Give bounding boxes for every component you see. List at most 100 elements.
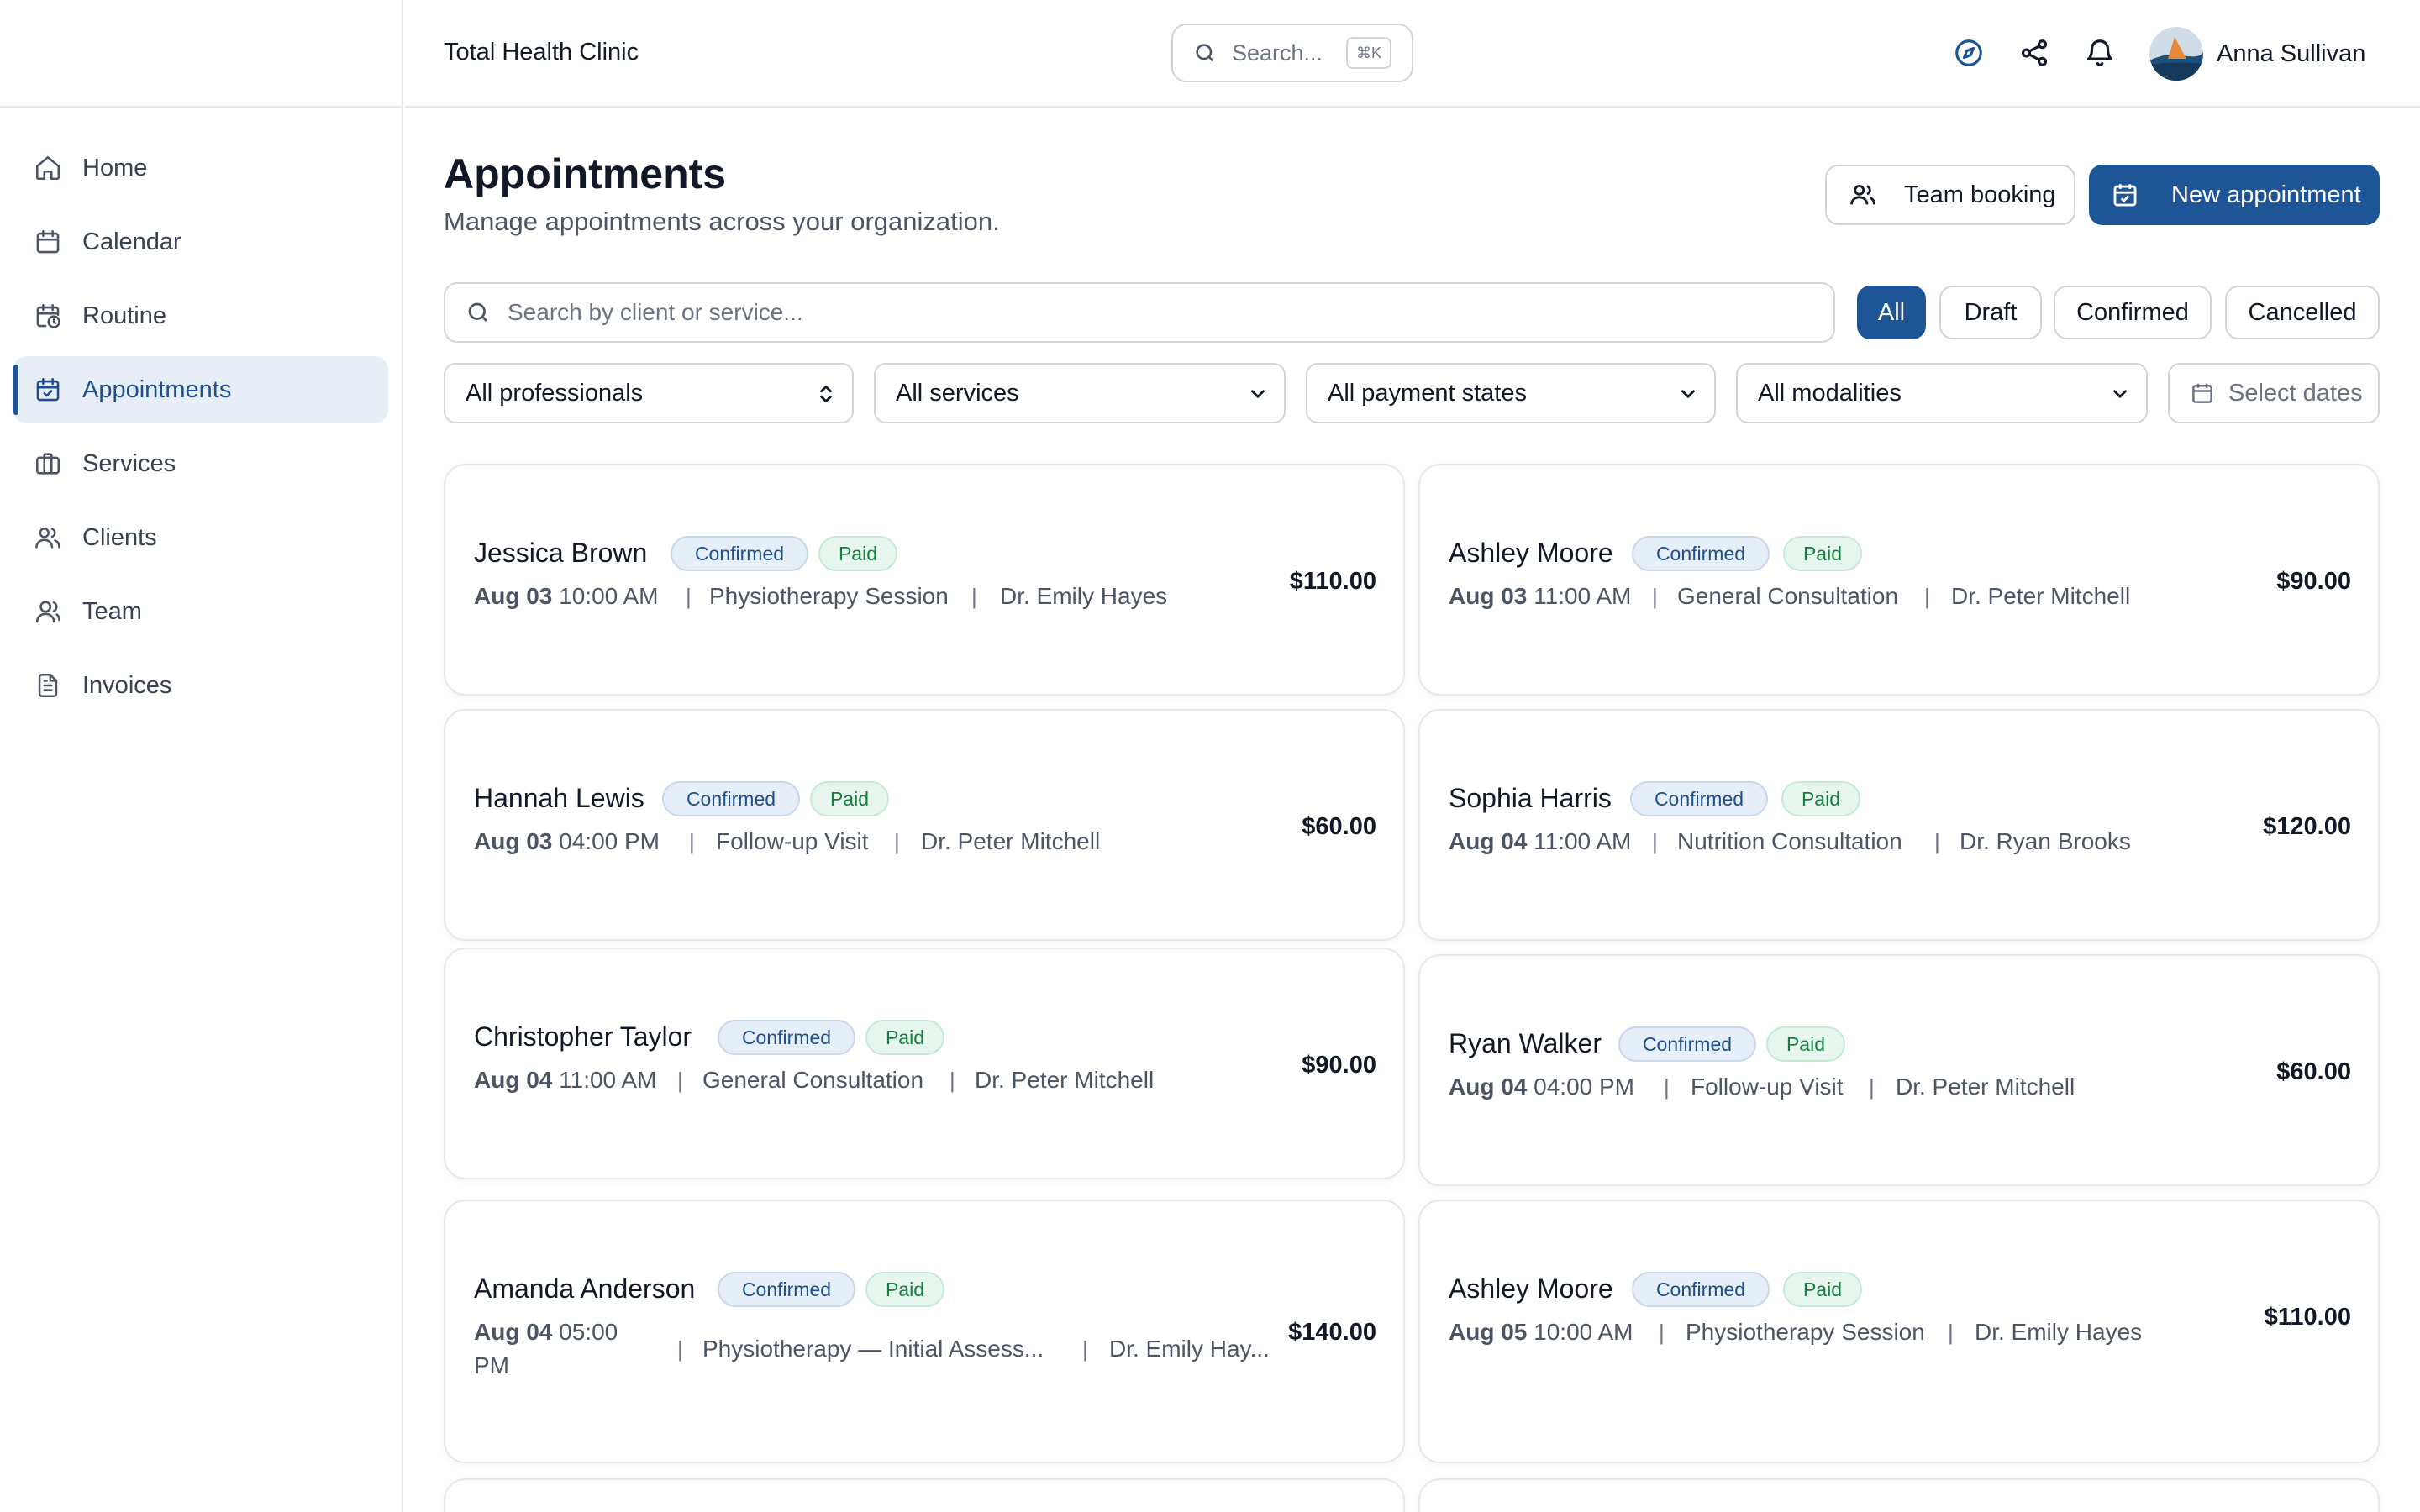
appointment-card[interactable]: Sophia Harris Confirmed Paid Aug 04 11:0… [1418, 709, 2380, 941]
status-badge: Confirmed [1630, 781, 1768, 816]
date-range-picker[interactable]: Select dates [2168, 363, 2380, 423]
professional-name: Dr. Emily Hay... [1109, 1336, 1270, 1362]
users-icon [1850, 184, 1876, 205]
appointment-card[interactable]: Jessica Brown Confirmed Paid Aug 03 10:0… [444, 464, 1405, 696]
appointment-price: $60.00 [2276, 1058, 2351, 1085]
status-tab-draft[interactable]: Draft [1939, 286, 2042, 339]
sidebar-item-team[interactable]: Team [13, 578, 388, 645]
page-subtitle: Manage appointments across your organiza… [444, 207, 1000, 236]
user-name[interactable]: Anna Sullivan [2217, 40, 2365, 68]
appointment-datetime: Aug 03 10:00 AM [474, 583, 658, 610]
payment-badge: Paid [1781, 781, 1860, 816]
appointment-datetime: Aug 03 11:00 AM [1449, 583, 1631, 610]
search-icon [468, 302, 487, 322]
appointment-card[interactable]: Hannah Lewis Confirmed Paid Aug 03 04:00… [444, 709, 1405, 941]
sidebar-item-label: Home [82, 154, 148, 181]
sidebar-item-calendar[interactable]: Calendar [13, 208, 388, 276]
sidebar-item-home[interactable]: Home [13, 134, 388, 202]
calendar-icon [36, 229, 60, 254]
search-icon [1196, 44, 1214, 62]
meta-separator: | [1659, 1320, 1665, 1345]
status-badge: Confirmed [718, 1272, 855, 1307]
professionals-select[interactable]: All professionals [444, 363, 854, 423]
appointment-datetime: Aug 04 05:00 [474, 1319, 618, 1346]
meta-separator: | [1869, 1074, 1875, 1100]
appointment-card-partial[interactable] [444, 1478, 1405, 1512]
professional-name: Dr. Peter Mitchell [1896, 1074, 2075, 1100]
modality-select[interactable]: All modalities [1736, 363, 2148, 423]
share-icon [2021, 39, 2048, 66]
appointment-price: $120.00 [2263, 813, 2351, 840]
meta-separator: | [1934, 829, 1940, 854]
client-name: Ryan Walker [1449, 1028, 1602, 1058]
appointment-card[interactable]: Amanda Anderson Confirmed Paid Aug 04 05… [444, 1200, 1405, 1463]
appointment-card[interactable]: Ashley Moore Confirmed Paid Aug 05 10:00… [1418, 1200, 2380, 1463]
global-search-input[interactable]: Search... ⌘K [1171, 24, 1413, 82]
appointment-search-input[interactable]: Search by client or service... [444, 282, 1835, 343]
service-name: Physiotherapy Session [1686, 1319, 1925, 1345]
appointment-time: 10:00 AM [559, 583, 659, 609]
calendar-clock-icon [36, 303, 60, 328]
date-range-placeholder: Select dates [2228, 379, 2363, 407]
appointment-date: Aug 04 [1449, 1074, 1528, 1100]
appointment-price: $90.00 [2276, 568, 2351, 595]
payment-badge: Paid [1783, 1272, 1862, 1307]
payment-badge: Paid [1783, 536, 1862, 571]
team-booking-button[interactable]: Team booking [1825, 165, 2075, 225]
sidebar-item-label: Clients [82, 523, 157, 551]
appointment-date: Aug 04 [1449, 828, 1528, 854]
status-tab-cancelled[interactable]: Cancelled [2225, 286, 2380, 339]
meta-separator: | [686, 584, 692, 609]
appointment-card[interactable]: Ashley Moore Confirmed Paid Aug 03 11:00… [1418, 464, 2380, 696]
sidebar-item-invoices[interactable]: Invoices [13, 652, 388, 719]
sidebar-item-label: Services [82, 449, 176, 477]
appointment-card[interactable]: Ryan Walker Confirmed Paid Aug 04 04:00 … [1418, 954, 2380, 1186]
meta-separator: | [1652, 584, 1658, 609]
avatar[interactable] [2149, 27, 2203, 81]
payment-state-select[interactable]: All payment states [1306, 363, 1716, 423]
sidebar-item-routine[interactable]: Routine [13, 282, 388, 349]
appointment-time: 04:00 PM [1534, 1074, 1634, 1100]
briefcase-icon [35, 453, 60, 475]
search-shortcut-hint: ⌘K [1345, 37, 1392, 69]
notifications-button[interactable] [2084, 37, 2116, 69]
sidebar-item-label: Routine [82, 302, 166, 329]
appointment-card-partial[interactable] [1418, 1478, 2380, 1512]
appointment-price: $90.00 [1302, 1052, 1376, 1079]
new-appointment-button[interactable]: New appointment [2089, 165, 2380, 225]
sidebar-item-clients[interactable]: Clients [13, 504, 388, 571]
users-icon [35, 528, 60, 549]
client-name: Jessica Brown [474, 538, 648, 568]
appointment-date: Aug 04 [474, 1319, 553, 1345]
calendar-check-icon [36, 377, 60, 402]
professional-name: Dr. Peter Mitchell [921, 828, 1101, 854]
explore-button[interactable] [1953, 37, 1985, 69]
status-tab-all[interactable]: All [1857, 286, 1926, 339]
payment-badge: Paid [865, 1020, 944, 1055]
status-tab-confirmed[interactable]: Confirmed [2054, 286, 2212, 339]
chevron-down-icon [1251, 390, 1265, 398]
service-name: Nutrition Consultation [1677, 828, 1902, 854]
client-name: Ashley Moore [1449, 538, 1613, 568]
services-select[interactable]: All services [874, 363, 1286, 423]
appointment-time: 04:00 PM [559, 828, 660, 854]
status-badge: Confirmed [718, 1020, 855, 1055]
appointment-datetime: Aug 04 11:00 AM [474, 1067, 656, 1094]
appointment-time-line1: 05:00 [559, 1319, 618, 1345]
sidebar-item-services[interactable]: Services [13, 430, 388, 497]
status-badge: Confirmed [1618, 1026, 1756, 1062]
meta-separator: | [677, 1068, 683, 1093]
sidebar-item-appointments[interactable]: Appointments [13, 356, 388, 423]
appointment-search-placeholder: Search by client or service... [508, 299, 803, 325]
share-button[interactable] [2018, 37, 2050, 69]
appointment-card[interactable]: Christopher Taylor Confirmed Paid Aug 04… [444, 948, 1405, 1179]
client-name: Hannah Lewis [474, 783, 644, 813]
appointment-datetime: Aug 03 04:00 PM [474, 828, 660, 855]
sidebar-header [0, 0, 402, 108]
sidebar-item-label: Invoices [82, 671, 172, 699]
sidebar-item-label: Calendar [82, 228, 182, 255]
appointment-date: Aug 03 [474, 828, 553, 854]
status-badge: Confirmed [662, 781, 800, 816]
page-title: Appointments [444, 150, 727, 197]
chevron-down-icon [2113, 390, 2127, 398]
